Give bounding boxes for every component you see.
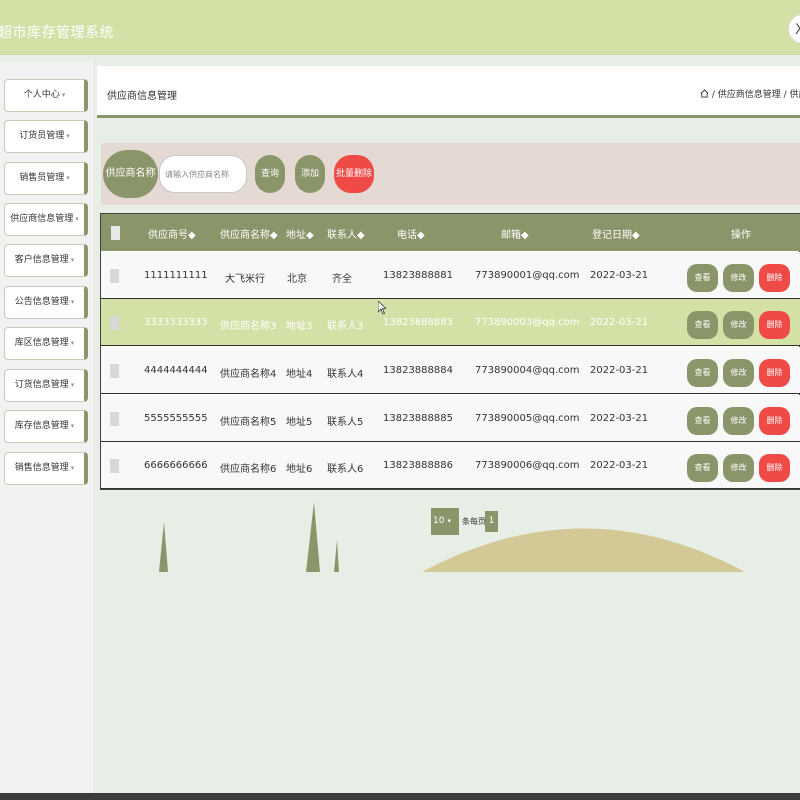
decor-spike [334, 540, 339, 572]
decor-hill [422, 528, 745, 572]
mouse-pointer-icon [378, 301, 386, 315]
chevron-down-icon: ▾ [447, 517, 451, 525]
page-button[interactable]: 1 [485, 511, 498, 532]
page-size-select[interactable]: 10 ▾ [431, 508, 459, 535]
page-size-value: 10 [433, 516, 445, 526]
background-decoration [159, 502, 745, 572]
per-page-label: 条每页 [462, 517, 486, 526]
decor-spike [306, 502, 320, 572]
decor-spike [159, 522, 168, 572]
bottom-edge [0, 793, 800, 800]
